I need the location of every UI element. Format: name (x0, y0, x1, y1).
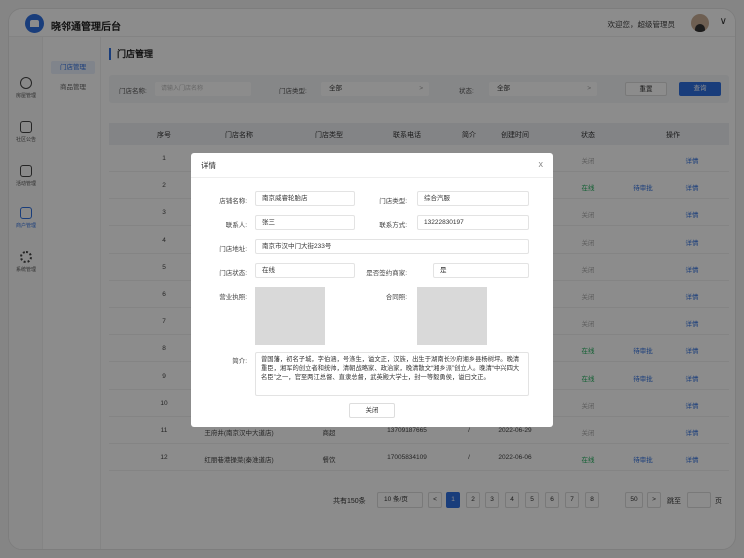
phone-label: 联系方式: (379, 222, 407, 229)
store-name-label: 店铺名称: (219, 198, 247, 205)
address-field: 南京市汉中门大街233号 (255, 239, 529, 254)
close-icon[interactable]: x (539, 159, 544, 169)
store-name-field: 南京威睿轮胎店 (255, 191, 355, 206)
store-type-label: 门店类型: (379, 198, 407, 205)
modal-divider (191, 177, 553, 178)
modal-title: 详情 (201, 161, 216, 170)
close-button[interactable]: 关闭 (349, 403, 395, 418)
store-status-label: 门店状态: (219, 270, 247, 277)
address-label: 门店地址: (219, 246, 247, 253)
signed-label: 是否签约商家: (366, 270, 407, 277)
contact-field: 张三 (255, 215, 355, 230)
store-status-field: 在线 (255, 263, 355, 278)
contract-label: 合同照: (385, 294, 407, 301)
contract-image[interactable] (417, 287, 487, 345)
phone-field: 13222830197 (417, 215, 529, 230)
contact-label: 联系人: (225, 222, 247, 229)
license-label: 营业执照: (219, 294, 247, 301)
intro-text: 曾国藩，初名子城，字伯涵，号涤生，谥文正，汉族，出生于湖南长沙府湘乡县杨树坪。晚… (255, 352, 529, 396)
signed-field: 是 (433, 263, 529, 278)
license-image[interactable] (255, 287, 325, 345)
detail-modal: 详情 x 店铺名称: 南京威睿轮胎店 门店类型: 综合汽服 联系人: 张三 联系… (191, 153, 553, 427)
intro-label: 简介: (232, 358, 247, 365)
store-type-field: 综合汽服 (417, 191, 529, 206)
